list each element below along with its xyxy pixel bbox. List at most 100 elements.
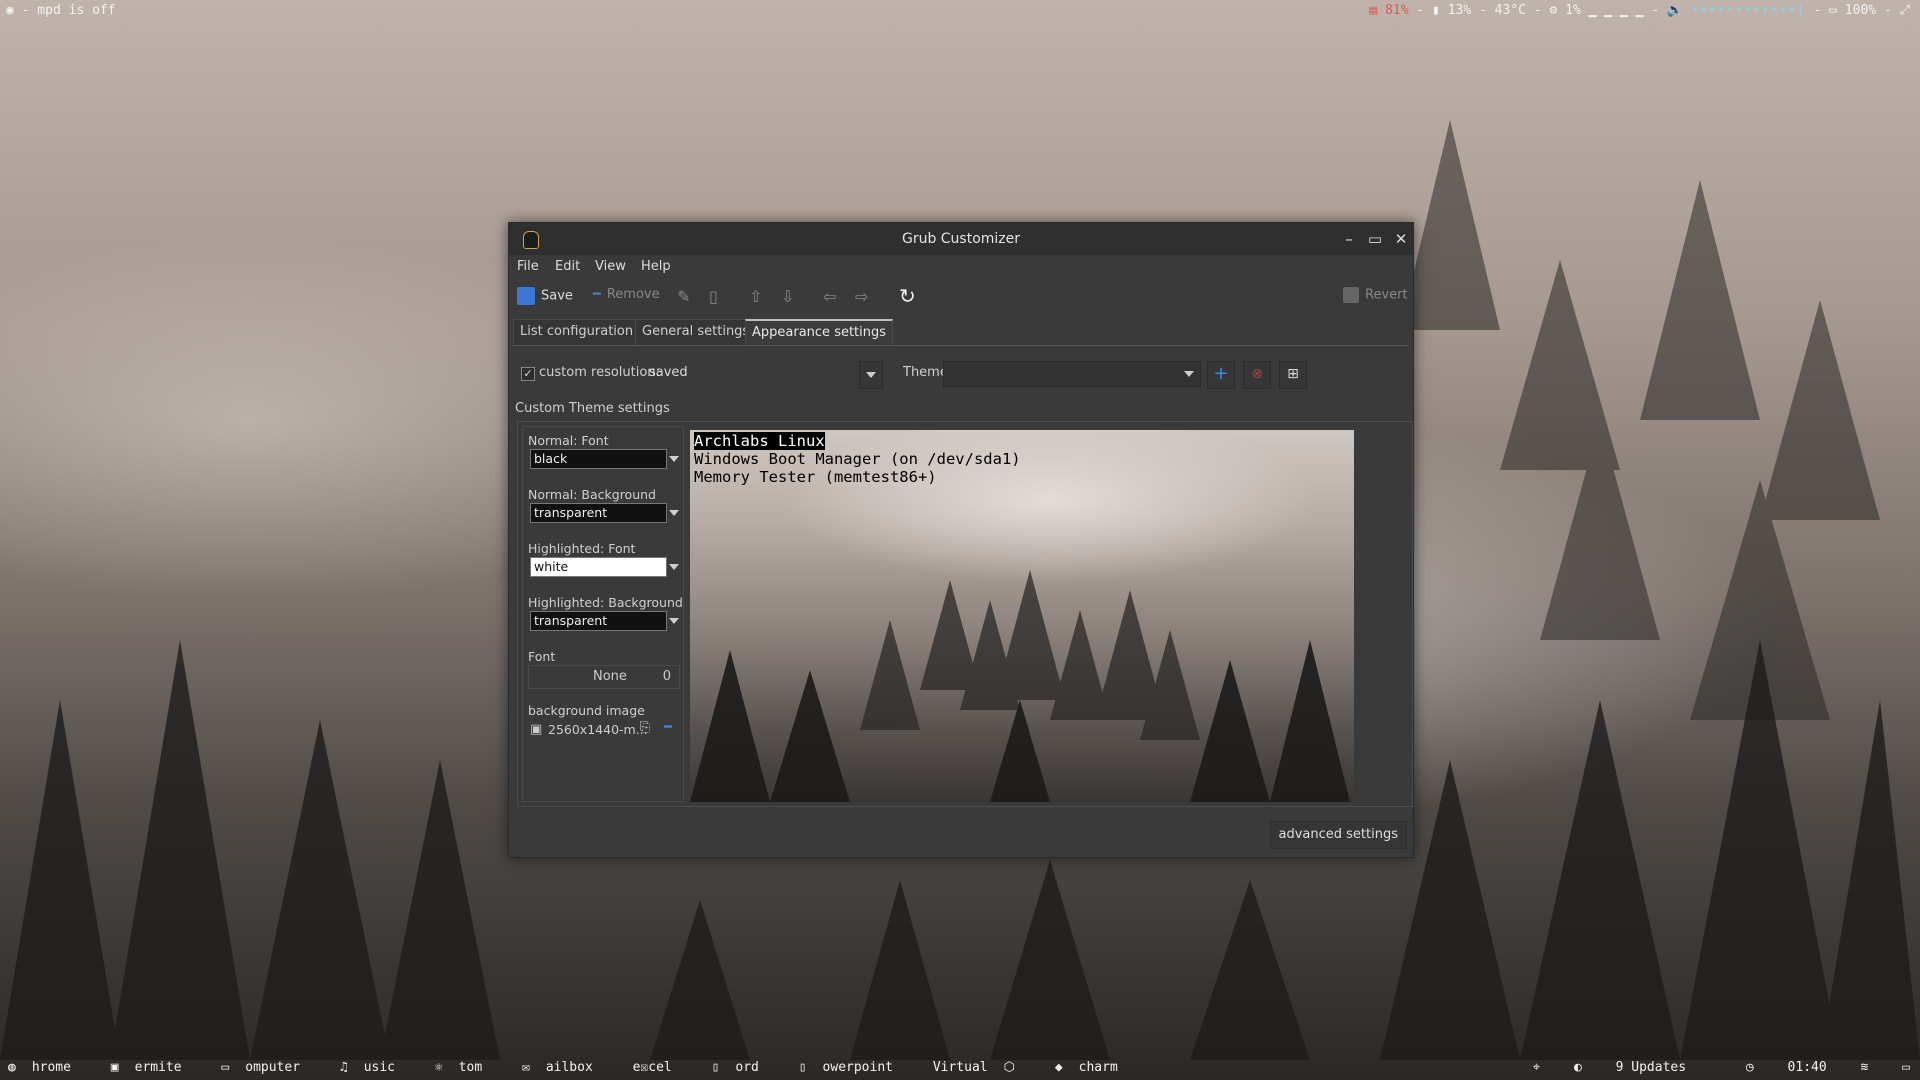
taskbar-powerpoint[interactable]: ▯ owerpoint bbox=[799, 1060, 909, 1075]
clock: ◷ 01:40 bbox=[1745, 1060, 1827, 1075]
desktop-icon[interactable]: ▭ bbox=[1902, 1060, 1910, 1075]
boot-entry: Windows Boot Manager (on /dev/sda1) bbox=[694, 450, 1021, 468]
custom-theme-group: Normal: Font black Normal: Background tr… bbox=[517, 421, 1413, 807]
battery-icon: ▭ bbox=[1829, 3, 1837, 18]
volume-bar[interactable]: ••••••••••••| bbox=[1691, 3, 1806, 18]
highlighted-background-label: Highlighted: Background bbox=[528, 595, 683, 610]
normal-background-select[interactable]: transparent bbox=[530, 503, 682, 523]
title-bar[interactable]: Grub Customizer – ▭ ✕ bbox=[509, 223, 1413, 255]
taskbar-mailbox[interactable]: ✉ ailbox bbox=[522, 1060, 609, 1075]
cpu-usage: 1% bbox=[1565, 3, 1581, 18]
powerpoint-icon: ▯ bbox=[798, 1060, 807, 1075]
resolution-theme-row: ✓ custom resolution: saved Theme: + ⊗ ⊞ bbox=[521, 361, 1411, 389]
remove-image-icon[interactable]: ━ bbox=[659, 720, 677, 738]
save-button[interactable]: Save bbox=[517, 287, 573, 305]
font-chooser-button[interactable]: None 0 bbox=[528, 665, 680, 689]
minus-icon: ━ bbox=[593, 287, 601, 302]
revert-button[interactable]: Revert bbox=[1343, 287, 1408, 303]
theme-options-panel: Normal: Font black Normal: Background tr… bbox=[522, 426, 684, 802]
add-theme-button[interactable]: + bbox=[1207, 361, 1235, 389]
custom-resolution-label: custom resolution: bbox=[539, 365, 660, 380]
reload-icon[interactable]: ↻ bbox=[899, 284, 916, 308]
taskbar-chrome[interactable]: ◍ hrome bbox=[8, 1060, 87, 1075]
theme-settings-button[interactable]: ⊞ bbox=[1279, 361, 1307, 389]
image-file-icon: ▣ bbox=[530, 722, 543, 737]
boot-entries: Archlabs Linux Windows Boot Manager (on … bbox=[694, 432, 1021, 486]
app-launcher-list: ◍ hrome ▣ ermite ▭ omputer ♫ usic ⚛ tom ✉ ailb… bbox=[8, 1060, 1150, 1075]
save-icon bbox=[517, 287, 535, 305]
top-status-bar: ◉ - mpd is off ▤ 81% - ▮ 13% - 43°C - ⚙ … bbox=[0, 0, 1920, 22]
menu-file[interactable]: File bbox=[517, 259, 539, 274]
updates-indicator[interactable]: 9 Updates bbox=[1616, 1060, 1686, 1075]
taskbar-music[interactable]: ♫ usic bbox=[340, 1060, 411, 1075]
revert-icon bbox=[1343, 287, 1359, 303]
advanced-settings-button[interactable]: advanced settings bbox=[1269, 821, 1407, 849]
disk-usage: 13% bbox=[1447, 3, 1472, 18]
remove-button[interactable]: ━ Remove bbox=[593, 287, 660, 302]
battery-level: 100% bbox=[1844, 3, 1877, 18]
edit-icon[interactable]: ✎ bbox=[677, 287, 690, 306]
theme-select[interactable] bbox=[943, 361, 1201, 387]
normal-background-label: Normal: Background bbox=[528, 487, 656, 502]
clock-icon: ◷ bbox=[1745, 1060, 1754, 1075]
atom-icon: ⚛ bbox=[434, 1060, 443, 1075]
normal-font-select[interactable]: black bbox=[530, 449, 682, 469]
menu-bar: File Edit View Help bbox=[509, 255, 1413, 279]
highlighted-font-label: Highlighted: Font bbox=[528, 541, 636, 556]
taskbar-pycharm[interactable]: ◆ charm bbox=[1055, 1060, 1134, 1075]
virtualbox-icon: ⬡ bbox=[1003, 1060, 1015, 1075]
grub-customizer-window: Grub Customizer – ▭ ✕ File Edit View Hel… bbox=[508, 222, 1414, 858]
custom-resolution-checkbox[interactable]: ✓ bbox=[521, 367, 535, 381]
menu-view[interactable]: View bbox=[595, 259, 626, 274]
bottom-taskbar: ◍ hrome ▣ ermite ▭ omputer ♫ usic ⚛ tom ✉ ailb… bbox=[0, 1058, 1920, 1080]
copy-image-icon[interactable]: ⎘ bbox=[636, 720, 654, 738]
highlighted-background-select[interactable]: transparent bbox=[530, 611, 682, 631]
tray-area: ⌖ ◐ 9 Updates ◷ 01:40 ≋ ▭ bbox=[1507, 1060, 1910, 1075]
tab-general-settings[interactable]: General settings bbox=[635, 319, 757, 345]
chrome-icon: ◍ bbox=[8, 1060, 16, 1075]
move-right-icon[interactable]: ⇨ bbox=[855, 287, 868, 306]
maximize-button[interactable]: ▭ bbox=[1365, 229, 1385, 249]
close-button[interactable]: ✕ bbox=[1391, 229, 1411, 249]
minimize-button[interactable]: – bbox=[1339, 229, 1359, 249]
temperature: 43°C bbox=[1494, 3, 1526, 18]
move-left-icon[interactable]: ⇦ bbox=[823, 287, 836, 306]
ram-icon: ▤ bbox=[1369, 3, 1378, 18]
section-title: Custom Theme settings bbox=[515, 401, 670, 416]
menu-edit[interactable]: Edit bbox=[555, 259, 580, 274]
disk-icon: ▮ bbox=[1432, 3, 1440, 18]
taskbar-excel[interactable]: e☒cel bbox=[633, 1060, 688, 1075]
remove-theme-button[interactable]: ⊗ bbox=[1243, 361, 1271, 389]
mpd-status: ◉ - mpd is off bbox=[6, 3, 116, 18]
new-entry-icon[interactable]: ▯ bbox=[709, 287, 718, 306]
custom-resolution-value[interactable]: saved bbox=[649, 365, 688, 380]
background-image-chooser[interactable]: ▣ 2560x1440-m... bbox=[528, 719, 678, 741]
terminal-icon: ▣ bbox=[110, 1060, 119, 1075]
taskbar-termite[interactable]: ▣ ermite bbox=[111, 1060, 198, 1075]
window-title: Grub Customizer bbox=[901, 231, 1021, 247]
expand-icon[interactable]: ⤢ bbox=[1900, 3, 1910, 18]
wifi-icon[interactable]: ≋ bbox=[1861, 1060, 1869, 1075]
taskbar-atom[interactable]: ⚛ tom bbox=[435, 1060, 498, 1075]
taskbar-word[interactable]: ▯ ord bbox=[712, 1060, 775, 1075]
resolution-dropdown[interactable] bbox=[859, 361, 883, 389]
taskbar-computer[interactable]: ▭ omputer bbox=[221, 1060, 316, 1075]
mail-icon: ✉ bbox=[521, 1060, 530, 1075]
cpu-icon: ⚙ bbox=[1549, 3, 1558, 18]
toggle-icon[interactable]: ◐ bbox=[1574, 1060, 1582, 1075]
laptop-icon: ▭ bbox=[221, 1060, 230, 1075]
tab-list-configuration[interactable]: List configuration bbox=[513, 319, 641, 345]
boot-menu-preview: Archlabs Linux Windows Boot Manager (on … bbox=[690, 430, 1354, 802]
volume-icon[interactable]: 🔉 bbox=[1667, 3, 1683, 18]
highlighted-font-select[interactable]: white bbox=[530, 557, 682, 577]
move-up-icon[interactable]: ⇧ bbox=[749, 287, 762, 306]
menu-help[interactable]: Help bbox=[641, 259, 671, 274]
boot-entry-highlighted: Archlabs Linux bbox=[694, 432, 825, 450]
location-icon[interactable]: ⌖ bbox=[1533, 1060, 1540, 1075]
boot-entry: Memory Tester (memtest86+) bbox=[694, 468, 937, 486]
ram-usage: 81% bbox=[1385, 3, 1409, 18]
font-label: Font bbox=[528, 649, 556, 664]
move-down-icon[interactable]: ⇩ bbox=[781, 287, 794, 306]
taskbar-virtualbox[interactable]: Virtual ⬡ bbox=[933, 1060, 1031, 1075]
tab-appearance-settings[interactable]: Appearance settings bbox=[745, 319, 894, 345]
